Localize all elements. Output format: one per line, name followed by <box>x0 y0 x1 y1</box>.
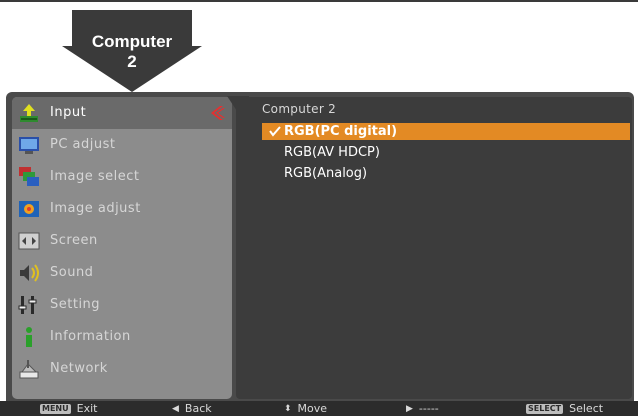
monitor-icon <box>19 137 39 154</box>
left-arrow-icon: ◀ <box>172 403 179 414</box>
right-arrow-icon: ▶ <box>406 403 413 414</box>
image-select-icon <box>19 167 39 186</box>
key-guide-bar: MENU Exit ◀ Back ⬍ Move ▶ ----- SELECT S… <box>0 401 638 416</box>
key-guide-back[interactable]: ◀ Back <box>172 401 212 416</box>
menu-item-setting[interactable]: Setting <box>12 289 232 321</box>
menu-label-information: Information <box>50 329 131 344</box>
menu-label-screen: Screen <box>50 233 98 248</box>
menu-item-input[interactable]: Input <box>12 97 232 129</box>
screen-icon <box>18 232 40 250</box>
back-label: Back <box>184 402 212 415</box>
move-label: Move <box>297 402 328 415</box>
next-label: ----- <box>418 402 439 415</box>
option-rgb-analog[interactable]: RGB(Analog) <box>262 165 630 182</box>
menu-pointer <box>227 96 249 126</box>
menu-label-network: Network <box>50 361 108 376</box>
option-label: RGB(PC digital) <box>284 124 398 139</box>
menu-label-pc-adjust: PC adjust <box>50 137 116 152</box>
arrow-label-line2: 2 <box>127 52 137 71</box>
option-rgb-av-hdcp[interactable]: RGB(AV HDCP) <box>262 144 630 161</box>
input-icon <box>20 104 38 122</box>
speaker-icon <box>20 264 39 282</box>
option-rgb-pc-digital[interactable]: RGB(PC digital) <box>262 123 630 140</box>
setting-icon <box>18 296 37 314</box>
submenu-panel <box>236 97 632 399</box>
network-icon <box>19 360 39 379</box>
menu-item-sound[interactable]: Sound <box>12 257 232 289</box>
menu-item-image-select[interactable]: Image select <box>12 161 232 193</box>
key-guide-exit[interactable]: MENU Exit <box>40 401 97 416</box>
menu-label-sound: Sound <box>50 265 94 280</box>
menu-label-input: Input <box>50 105 87 120</box>
info-icon <box>26 327 32 347</box>
option-label: RGB(AV HDCP) <box>284 145 380 160</box>
arrow-label: Computer 2 <box>62 32 202 72</box>
option-label: RGB(Analog) <box>284 166 368 181</box>
menu-label-setting: Setting <box>50 297 101 312</box>
menu-item-pc-adjust[interactable]: PC adjust <box>12 129 232 161</box>
key-guide-select[interactable]: SELECT Select <box>526 401 603 416</box>
computer-2-arrow: Computer 2 <box>62 10 202 92</box>
menu-item-network[interactable]: Network <box>12 353 232 385</box>
menu-item-image-adjust[interactable]: Image adjust <box>12 193 232 225</box>
top-rule <box>0 0 638 2</box>
menu-label-image-adjust: Image adjust <box>50 201 141 216</box>
key-guide-next[interactable]: ▶ ----- <box>406 401 439 416</box>
arrow-label-line1: Computer <box>91 32 173 51</box>
up-down-arrow-icon: ⬍ <box>284 403 292 414</box>
checkmark-icon <box>269 126 281 137</box>
select-key-icon: SELECT <box>526 403 564 414</box>
image-adjust-icon <box>19 201 39 217</box>
chevron-left-icon <box>211 106 225 120</box>
menu-item-screen[interactable]: Screen <box>12 225 232 257</box>
key-guide-move[interactable]: ⬍ Move <box>284 401 327 416</box>
exit-label: Exit <box>76 402 98 415</box>
menu-key-icon: MENU <box>40 403 71 414</box>
select-label: Select <box>569 402 604 415</box>
submenu-title: Computer 2 <box>262 102 337 116</box>
menu-label-image-select: Image select <box>50 169 140 184</box>
main-menu: Input PC adjust Image select Image adjus… <box>12 97 232 399</box>
menu-item-information[interactable]: Information <box>12 321 232 353</box>
